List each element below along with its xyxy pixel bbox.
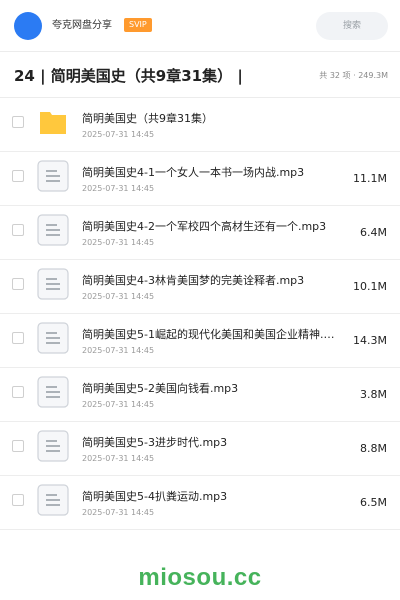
- file-date: 2025-07-31 14:45: [82, 346, 155, 355]
- row-checkbox[interactable]: [12, 332, 24, 344]
- page-title: 24 | 简明美国史（共9章31集） |: [14, 67, 243, 85]
- file-date: 2025-07-31 14:45: [82, 400, 155, 409]
- file-row[interactable]: 简明美国史5-1崛起的现代化美国和美国企业精神.m… 2025-07-31 14:…: [0, 314, 400, 368]
- file-row[interactable]: 简明美国史4-1一个女人一本书一场内战.mp3 2025-07-31 14:45 1…: [0, 152, 400, 206]
- file-size: 10.1M: [353, 280, 387, 293]
- avatar[interactable]: [14, 12, 42, 40]
- file-size: 14.3M: [353, 334, 387, 347]
- row-checkbox[interactable]: [12, 170, 24, 182]
- file-size: 8.8M: [360, 442, 387, 455]
- row-checkbox[interactable]: [12, 224, 24, 236]
- file-audio-icon: [37, 376, 69, 408]
- file-name[interactable]: 简明美国史（共9章31集）: [82, 111, 344, 126]
- file-audio-icon: [37, 268, 69, 300]
- file-name[interactable]: 简明美国史4-3林肯美国梦的完美诠释者.mp3: [82, 273, 344, 288]
- search-input[interactable]: 搜索: [316, 12, 388, 40]
- file-size: 3.8M: [360, 388, 387, 401]
- file-audio-icon: [37, 160, 69, 192]
- file-row[interactable]: 简明美国史5-2美国向钱看.mp3 2025-07-31 14:45 3.8M: [0, 368, 400, 422]
- file-audio-icon: [37, 214, 69, 246]
- row-checkbox[interactable]: [12, 278, 24, 290]
- file-audio-icon: [37, 322, 69, 354]
- row-checkbox[interactable]: [12, 440, 24, 452]
- folder-icon: [38, 107, 68, 137]
- title-row: 24 | 简明美国史（共9章31集） | 共 32 项 · 249.3M: [0, 52, 400, 98]
- row-checkbox[interactable]: [12, 116, 24, 128]
- svip-badge: SVIP: [124, 18, 152, 32]
- file-row[interactable]: 简明美国史4-2一个军校四个高材生还有一个.mp3 2025-07-31 14:4…: [0, 206, 400, 260]
- file-name[interactable]: 简明美国史5-2美国向钱看.mp3: [82, 381, 344, 396]
- file-date: 2025-07-31 14:45: [82, 508, 155, 517]
- item-summary: 共 32 项 · 249.3M: [319, 71, 388, 80]
- file-row[interactable]: 简明美国史（共9章31集） 2025-07-31 14:45: [0, 98, 400, 152]
- file-date: 2025-07-31 14:45: [82, 130, 155, 139]
- file-name[interactable]: 简明美国史5-3进步时代.mp3: [82, 435, 344, 450]
- file-list: 简明美国史（共9章31集） 2025-07-31 14:45 简明美国史4-1一个女…: [0, 98, 400, 530]
- file-audio-icon: [37, 430, 69, 462]
- file-date: 2025-07-31 14:45: [82, 292, 155, 301]
- file-audio-icon: [37, 484, 69, 516]
- row-checkbox[interactable]: [12, 386, 24, 398]
- file-size: 6.4M: [360, 226, 387, 239]
- file-row[interactable]: 简明美国史5-3进步时代.mp3 2025-07-31 14:45 8.8M: [0, 422, 400, 476]
- file-size: 11.1M: [353, 172, 387, 185]
- file-date: 2025-07-31 14:45: [82, 454, 155, 463]
- file-name[interactable]: 简明美国史5-1崛起的现代化美国和美国企业精神.m…: [82, 327, 344, 342]
- file-size: 6.5M: [360, 496, 387, 509]
- file-name[interactable]: 简明美国史4-2一个军校四个高材生还有一个.mp3: [82, 219, 344, 234]
- file-date: 2025-07-31 14:45: [82, 238, 155, 247]
- file-row[interactable]: 简明美国史4-3林肯美国梦的完美诠释者.mp3 2025-07-31 14:45 1…: [0, 260, 400, 314]
- file-name[interactable]: 简明美国史4-1一个女人一本书一场内战.mp3: [82, 165, 344, 180]
- file-date: 2025-07-31 14:45: [82, 184, 155, 193]
- row-checkbox[interactable]: [12, 494, 24, 506]
- top-bar: 夸克网盘分享 SVIP 搜索: [0, 0, 400, 52]
- watermark-text: miosou.cc: [138, 564, 262, 591]
- file-row[interactable]: 简明美国史5-4扒粪运动.mp3 2025-07-31 14:45 6.5M: [0, 476, 400, 530]
- brand-label: 夸克网盘分享: [52, 20, 112, 31]
- file-name[interactable]: 简明美国史5-4扒粪运动.mp3: [82, 489, 344, 504]
